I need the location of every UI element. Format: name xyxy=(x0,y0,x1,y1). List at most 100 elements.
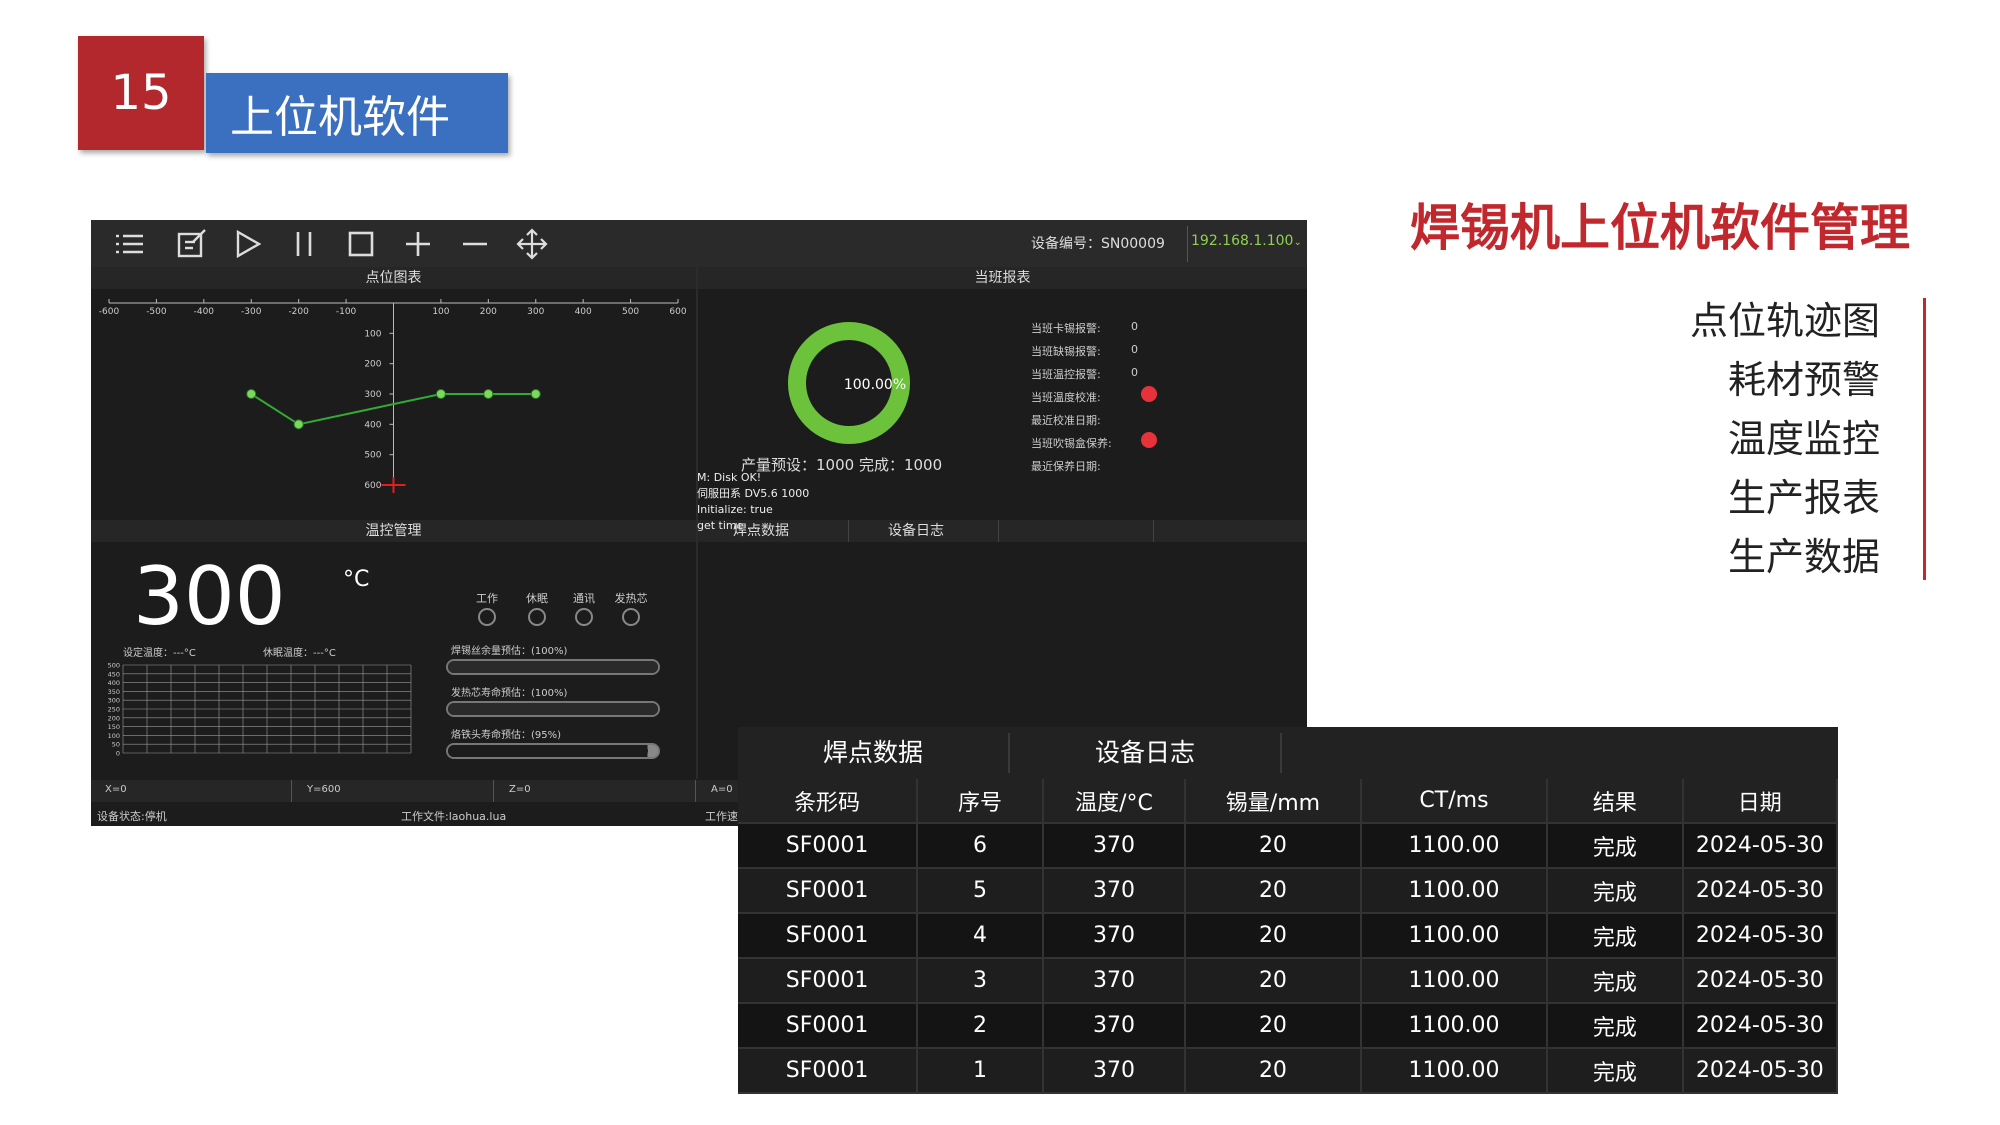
shift-stat-row: 当班卡锡报警: 0 xyxy=(1031,320,1191,336)
table-row[interactable]: SF0001 4 370 20 1100.00 完成 2024-05-30 xyxy=(738,913,1839,959)
shift-stat-row: 当班温度校准: xyxy=(1031,386,1191,405)
data-point xyxy=(530,389,541,399)
column-header[interactable]: 锡量/mm xyxy=(1185,779,1362,824)
grid-tick-label: 200 xyxy=(108,714,120,722)
x-tick-label: -400 xyxy=(194,307,215,317)
table-cell: 1100.00 xyxy=(1360,1048,1549,1094)
column-header[interactable]: 温度/°C xyxy=(1042,779,1187,824)
solder-data-table: 条形码 序号 温度/°C 锡量/mm CT/ms 结果 日期 SF0001 6 370 20 110… xyxy=(738,779,1839,1094)
slide-number: 15 xyxy=(78,36,204,150)
shift-stat-label: 当班卡锡报警: xyxy=(1031,322,1101,335)
table-cell: 370 xyxy=(1042,913,1187,959)
x-tick-label: 400 xyxy=(575,307,592,317)
table-cell: 2024-05-30 xyxy=(1682,913,1839,959)
tab-divider xyxy=(1153,520,1154,542)
table-cell: 1100.00 xyxy=(1360,868,1549,914)
tab-divider xyxy=(998,520,999,542)
edit-icon[interactable] xyxy=(175,228,207,260)
table-cell: 2024-05-30 xyxy=(1682,823,1839,869)
shift-stat-label: 当班吹锡盒保养: xyxy=(1031,437,1112,450)
menu-icon[interactable] xyxy=(113,228,145,260)
progress-fill xyxy=(448,661,658,673)
coord-z: Z=0 xyxy=(509,784,531,795)
table-cell: 完成 xyxy=(1547,913,1684,959)
data-point xyxy=(435,389,446,399)
table-cell: SF0001 xyxy=(738,1048,919,1094)
log-line: 伺服田系 DV5.6 1000 xyxy=(697,487,810,500)
table-cell: 2024-05-30 xyxy=(1682,1003,1839,1049)
device-state: 设备状态:停机 xyxy=(97,810,167,823)
tab-solder-data[interactable]: 焊点数据 xyxy=(738,727,1008,779)
shift-stat-value: 0 xyxy=(1131,343,1138,356)
shift-stat-label: 当班温度校准: xyxy=(1031,391,1101,404)
status-indicator-comm xyxy=(575,608,593,626)
ip-select[interactable]: 192.168.1.100⌄ xyxy=(1191,233,1302,249)
point-chart-header: 点位图表 xyxy=(91,267,696,289)
feature-item: 生产报表 xyxy=(1727,476,1880,520)
y-tick-label: 100 xyxy=(364,329,381,339)
data-point xyxy=(293,419,304,430)
x-tick-label: 300 xyxy=(527,307,544,317)
column-header[interactable]: 日期 xyxy=(1682,779,1839,824)
table-cell: 2024-05-30 xyxy=(1682,958,1839,1004)
table-cell: 20 xyxy=(1185,1048,1362,1094)
shift-stat-row: 当班缺锡报警: 0 xyxy=(1031,343,1191,359)
table-row[interactable]: SF0001 1 370 20 1100.00 完成 2024-05-30 xyxy=(738,1048,1839,1094)
table-cell: 1100.00 xyxy=(1360,1003,1549,1049)
donut-percent-label: 100.00% xyxy=(843,377,907,393)
y-tick-label: 200 xyxy=(364,360,381,370)
table-cell: 1 xyxy=(917,1048,1044,1094)
column-header[interactable]: CT/ms xyxy=(1360,779,1549,824)
coord-y: Y=600 xyxy=(307,784,341,795)
table-row[interactable]: SF0001 5 370 20 1100.00 完成 2024-05-30 xyxy=(738,868,1839,914)
data-point xyxy=(246,389,257,399)
coord-divider xyxy=(695,780,696,802)
table-cell: 1100.00 xyxy=(1360,958,1549,1004)
table-cell: 1100.00 xyxy=(1360,823,1549,869)
shift-stat-label: 当班温控报警: xyxy=(1031,368,1101,381)
table-row[interactable]: SF0001 3 370 20 1100.00 完成 2024-05-30 xyxy=(738,958,1839,1004)
feature-item: 耗材预警 xyxy=(1727,358,1880,402)
tab-device-log[interactable]: 设备日志 xyxy=(888,520,944,542)
grid-tick-label: 0 xyxy=(116,750,120,758)
x-tick-label: -600 xyxy=(99,307,120,317)
heater-life-label: 发热芯寿命预估：(100%) xyxy=(451,688,568,699)
minus-icon[interactable] xyxy=(459,228,491,260)
y-tick-label: 400 xyxy=(364,420,381,430)
pause-icon[interactable] xyxy=(288,228,320,260)
status-label-work: 工作 xyxy=(476,592,498,605)
table-row[interactable]: SF0001 6 370 20 1100.00 完成 2024-05-30 xyxy=(738,823,1839,869)
grid-tick-label: 50 xyxy=(112,741,120,749)
column-header[interactable]: 条形码 xyxy=(738,779,919,824)
shift-stat-label: 最近保养日期: xyxy=(1031,460,1101,473)
table-cell: 1100.00 xyxy=(1360,913,1549,959)
tab-device-log[interactable]: 设备日志 xyxy=(1010,727,1280,779)
move-icon[interactable] xyxy=(516,228,548,260)
table-cell: 完成 xyxy=(1547,958,1684,1004)
column-header[interactable]: 结果 xyxy=(1547,779,1684,824)
table-row[interactable]: SF0001 2 370 20 1100.00 完成 2024-05-30 xyxy=(738,1003,1839,1049)
y-tick-label: 500 xyxy=(364,451,381,461)
accent-bar xyxy=(1923,298,1926,580)
calibration-alert-indicator xyxy=(1141,386,1157,402)
x-tick-label: 200 xyxy=(480,307,497,317)
grid-tick-label: 500 xyxy=(108,662,120,670)
iron-tip-life-label: 烙铁头寿命预估：(95%) xyxy=(451,730,562,741)
shift-stat-row: 当班温控报警: 0 xyxy=(1031,366,1191,382)
toolbar-divider xyxy=(1187,226,1188,262)
table-cell: 370 xyxy=(1042,823,1187,869)
table-cell: 2024-05-30 xyxy=(1682,868,1839,914)
table-cell: 20 xyxy=(1185,1003,1362,1049)
plus-icon[interactable] xyxy=(402,228,434,260)
table-cell: SF0001 xyxy=(738,868,919,914)
temperature-unit: °C xyxy=(343,567,370,592)
column-header[interactable]: 序号 xyxy=(917,779,1044,824)
stop-icon[interactable] xyxy=(345,228,377,260)
tab-divider xyxy=(1280,733,1282,773)
slide-title: 上位机软件 xyxy=(206,73,508,153)
feature-item: 生产数据 xyxy=(1727,535,1880,579)
table-cell: 2 xyxy=(917,1003,1044,1049)
play-icon[interactable] xyxy=(231,228,263,260)
data-tab-bar: 焊点数据 设备日志 xyxy=(738,727,1838,779)
solder-wire-remaining-label: 焊锡丝余量预估：(100%) xyxy=(451,646,568,657)
